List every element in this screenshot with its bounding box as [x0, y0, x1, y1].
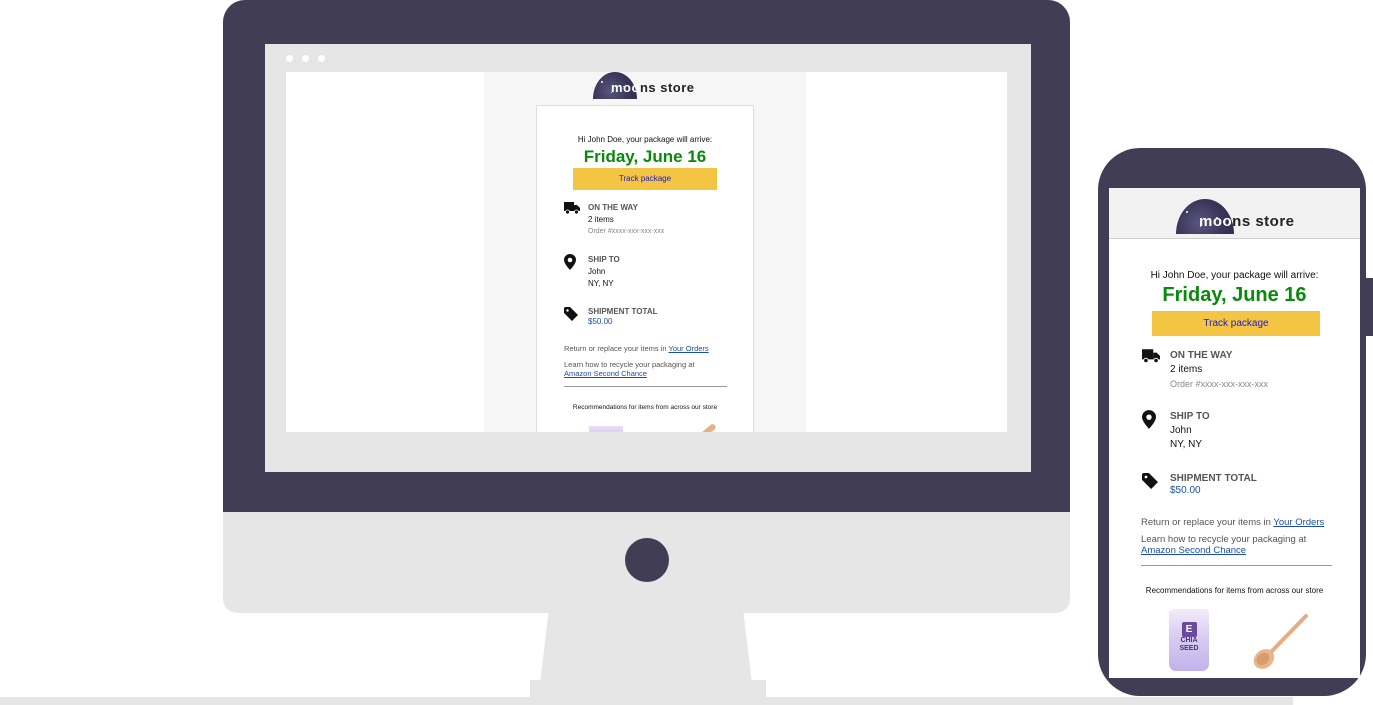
chia-seed-product-image[interactable] — [589, 426, 623, 432]
map-pin-icon — [564, 254, 588, 290]
monitor-power-button — [625, 538, 669, 582]
floor-line — [0, 697, 1293, 705]
shipment-total-section: SHIPMENT TOTAL $50.00 — [564, 307, 657, 327]
recycle-text: Learn how to recycle your packaging at — [564, 360, 695, 369]
shipment-total-label: SHIPMENT TOTAL — [588, 307, 658, 316]
truck-icon — [564, 202, 588, 238]
track-package-button[interactable]: Track package — [573, 168, 717, 190]
section-divider-mobile — [1141, 565, 1332, 566]
ship-to-section: SHIP TO John NY, NY — [564, 254, 620, 290]
wooden-spoon-product-image-mobile[interactable] — [1250, 613, 1310, 671]
chia-seed-product-image-mobile[interactable]: E CHIA SEED — [1169, 609, 1209, 671]
price-tag-icon — [564, 307, 588, 327]
ship-to-city-mobile: NY, NY — [1170, 439, 1203, 450]
ship-to-name: John — [588, 267, 606, 276]
phone-email-header: moons store — [1109, 188, 1360, 239]
greeting-text: Hi John Doe, your package will arrive: — [577, 135, 713, 144]
chia-badge: E — [1181, 622, 1197, 637]
phone-side-button — [1366, 278, 1373, 336]
ship-to-name-mobile: John — [1170, 425, 1192, 436]
recommendations-heading: Recommendations for items from across ou… — [572, 404, 718, 411]
wooden-spoon-product-image[interactable] — [699, 422, 717, 432]
price-tag-icon — [1142, 473, 1170, 497]
chia-label-top: CHIA — [1180, 637, 1198, 644]
shipment-total-amount-mobile: $50.00 — [1170, 485, 1201, 496]
brand-name-dark-mobile: ns store — [1232, 213, 1295, 230]
phone-screen: moons store Hi John Doe, your package wi… — [1109, 188, 1360, 678]
recycle-line-mobile: Learn how to recycle your packaging at A… — [1141, 534, 1351, 556]
greeting-text-mobile: Hi John Doe, your package will arrive: — [1150, 270, 1319, 281]
second-chance-link-mobile[interactable]: Amazon Second Chance — [1141, 545, 1351, 556]
shipment-total-section-mobile: SHIPMENT TOTAL $50.00 — [1142, 473, 1257, 497]
second-chance-link[interactable]: Amazon Second Chance — [564, 369, 734, 378]
section-divider — [564, 386, 727, 387]
return-line: Return or replace your items in Your Ord… — [564, 344, 734, 353]
status-label-mobile: ON THE WAY — [1170, 350, 1233, 361]
window-close-dot[interactable] — [286, 55, 293, 62]
ship-to-label-mobile: SHIP TO — [1170, 411, 1210, 422]
order-number-mobile: Order #xxxx-xxx-xxx-xxx — [1170, 379, 1269, 389]
brand-name-light-mobile: moo — [1199, 213, 1233, 230]
email-card: Hi John Doe, your package will arrive: F… — [536, 105, 754, 432]
status-label: ON THE WAY — [588, 203, 638, 212]
recommendations-heading-mobile: Recommendations for items from across ou… — [1145, 586, 1324, 595]
recycle-text-mobile: Learn how to recycle your packaging at — [1141, 534, 1307, 545]
ship-to-label: SHIP TO — [588, 255, 620, 264]
brand-name-dark: ns store — [639, 80, 695, 95]
browser-viewport: moons store Hi John Doe, your package wi… — [286, 72, 1007, 432]
brand-logo-mobile: moons store — [1176, 199, 1294, 234]
track-package-button-mobile[interactable]: Track package — [1152, 311, 1320, 336]
email-background: moons store Hi John Doe, your package wi… — [484, 72, 806, 432]
arrival-date-mobile: Friday, June 16 — [1162, 284, 1307, 306]
recycle-line: Learn how to recycle your packaging at A… — [564, 360, 734, 378]
your-orders-link-mobile[interactable]: Your Orders — [1273, 517, 1324, 528]
truck-icon — [1142, 349, 1170, 391]
return-text-mobile: Return or replace your items in — [1141, 517, 1274, 528]
window-minimize-dot[interactable] — [302, 55, 309, 62]
chia-label-bottom: SEED — [1179, 645, 1199, 652]
brand-name-light: moo — [611, 80, 640, 95]
ship-to-city: NY, NY — [588, 279, 614, 288]
your-orders-link[interactable]: Your Orders — [669, 344, 709, 353]
brand-logo: moons store — [593, 72, 694, 99]
map-pin-icon — [1142, 410, 1170, 452]
shipment-total-label-mobile: SHIPMENT TOTAL — [1170, 473, 1257, 484]
status-section: ON THE WAY 2 items Order #xxxx-xxx-xxx-x… — [564, 202, 664, 238]
item-count: 2 items — [588, 215, 614, 224]
shipment-total-amount: $50.00 — [588, 317, 613, 326]
monitor-stand-neck — [540, 613, 752, 683]
return-line-mobile: Return or replace your items in Your Ord… — [1141, 517, 1351, 528]
item-count-mobile: 2 items — [1170, 364, 1203, 375]
status-section-mobile: ON THE WAY 2 items Order #xxxx-xxx-xxx-x… — [1142, 349, 1268, 391]
window-maximize-dot[interactable] — [318, 55, 325, 62]
arrival-date: Friday, June 16 — [583, 147, 707, 166]
order-number: Order #xxxx-xxx-xxx-xxx — [588, 228, 665, 235]
ship-to-section-mobile: SHIP TO John NY, NY — [1142, 410, 1210, 452]
return-text: Return or replace your items in — [564, 344, 669, 353]
